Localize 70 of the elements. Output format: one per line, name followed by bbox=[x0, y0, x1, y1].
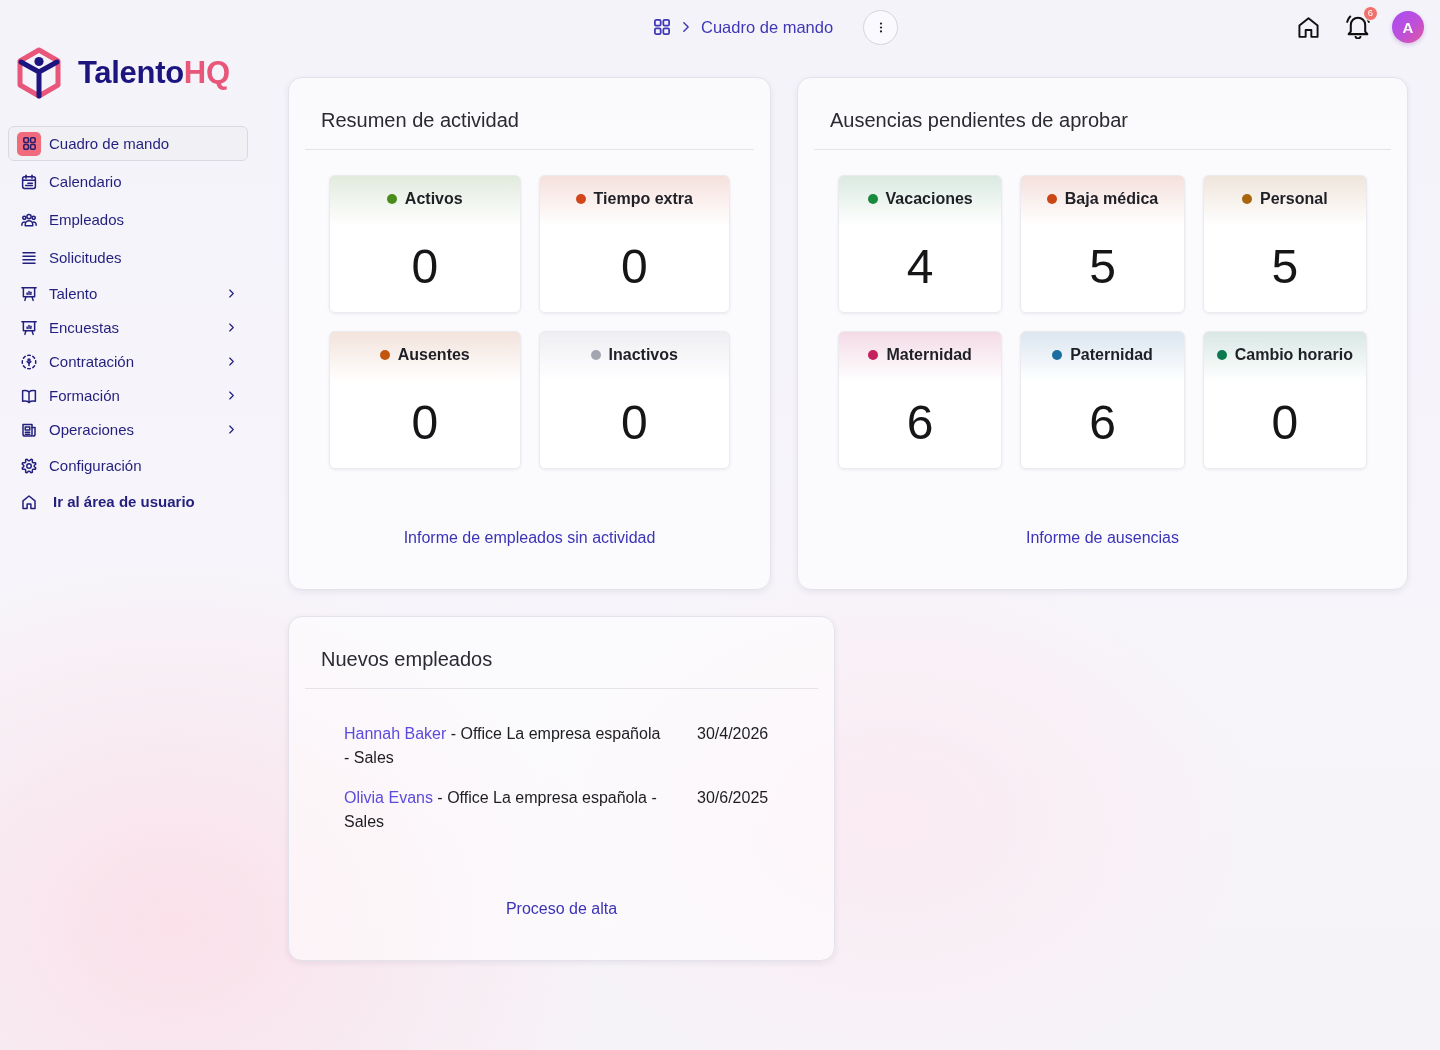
employee-entry: Hannah Baker - Office La empresa española - Sales bbox=[344, 724, 662, 768]
sidebar-item[interactable]: Configuración bbox=[8, 448, 248, 483]
stat-value: 0 bbox=[411, 239, 439, 295]
stat-value: 4 bbox=[906, 239, 934, 295]
sidebar-item[interactable]: Operaciones bbox=[8, 412, 248, 447]
dashboard-grid-icon bbox=[17, 131, 41, 156]
stat-label: Tiempo extra bbox=[593, 189, 693, 209]
onboarding-link[interactable]: Proceso de alta bbox=[495, 893, 628, 925]
vertical-dots-icon bbox=[878, 21, 883, 33]
user-avatar[interactable]: A bbox=[1392, 11, 1424, 43]
stat-tile[interactable]: Cambio horario 0 bbox=[1202, 331, 1367, 469]
settings-icon bbox=[20, 456, 38, 475]
logo-text: TalentoHQ bbox=[78, 55, 230, 91]
dashboard-grid-icon[interactable] bbox=[654, 19, 670, 35]
employee-name-link[interactable]: Olivia Evans bbox=[344, 789, 433, 806]
user-area-link[interactable]: Ir al área de usuario bbox=[8, 484, 248, 519]
employee-entry: Olivia Evans - Office La empresa española - Sales bbox=[344, 788, 658, 832]
stat-label: Maternidad bbox=[886, 345, 972, 365]
stat-tile[interactable]: Inactivos 0 bbox=[538, 331, 730, 469]
stat-tile[interactable]: Tiempo extra 0 bbox=[538, 175, 730, 313]
stat-label: Paternidad bbox=[1070, 345, 1153, 365]
stat-label: Cambio horario bbox=[1234, 345, 1353, 365]
stat-label: Ausentes bbox=[397, 345, 470, 365]
sidebar-item[interactable]: Contratación bbox=[8, 344, 248, 379]
chevron-right-icon bbox=[683, 22, 689, 32]
stat-value: 0 bbox=[620, 395, 648, 451]
card-title: Nuevos empleados bbox=[305, 645, 818, 689]
stat-tile[interactable]: Maternidad 6 bbox=[838, 331, 1003, 469]
card-title: Ausencias pendientes de aprobar bbox=[814, 106, 1391, 150]
stat-value: 5 bbox=[1089, 239, 1116, 295]
report-link[interactable]: Informe de ausencias bbox=[1016, 522, 1189, 554]
report-link[interactable]: Informe de empleados sin actividad bbox=[393, 522, 666, 554]
stat-value: 0 bbox=[1271, 395, 1299, 451]
card-title: Resumen de actividad bbox=[305, 106, 754, 150]
sidebar-item[interactable]: Formación bbox=[8, 378, 248, 413]
stat-tile[interactable]: Activos 0 bbox=[329, 175, 521, 313]
dashed-circle-icon bbox=[20, 352, 38, 371]
presentation-board-icon bbox=[20, 318, 38, 337]
stat-tile[interactable]: Baja médica 5 bbox=[1020, 175, 1185, 313]
sidebar-item[interactable]: Empleados bbox=[8, 202, 248, 237]
stat-value: 0 bbox=[411, 395, 439, 451]
stat-tile[interactable]: Vacaciones 4 bbox=[838, 175, 1003, 313]
start-date: 30/4/2026 bbox=[697, 724, 770, 744]
stat-value: 6 bbox=[906, 395, 934, 451]
employee-name-link[interactable]: Hannah Baker bbox=[344, 725, 447, 742]
sidebar-item[interactable]: Calendario bbox=[8, 164, 248, 199]
sidebar-item[interactable]: Cuadro de mando bbox=[8, 126, 248, 161]
home-icon[interactable] bbox=[1298, 16, 1319, 38]
stat-tile[interactable]: Ausentes 0 bbox=[329, 331, 521, 469]
stat-label: Vacaciones bbox=[885, 189, 973, 209]
sidebar-item[interactable]: Encuestas bbox=[8, 310, 248, 345]
stat-value: 6 bbox=[1089, 395, 1116, 451]
stat-tile[interactable]: Paternidad 6 bbox=[1020, 331, 1185, 469]
sidebar-item[interactable]: Solicitudes bbox=[8, 240, 248, 275]
stat-label: Personal bbox=[1260, 189, 1328, 209]
calendar-icon bbox=[20, 172, 38, 191]
home-icon bbox=[20, 492, 38, 511]
stat-label: Inactivos bbox=[608, 345, 678, 365]
logo-icon bbox=[16, 47, 62, 99]
stat-tile[interactable]: Personal 5 bbox=[1202, 175, 1367, 313]
stat-value: 5 bbox=[1271, 239, 1299, 295]
stat-label: Baja médica bbox=[1064, 189, 1159, 209]
stat-label: Activos bbox=[404, 189, 463, 209]
start-date: 30/6/2025 bbox=[697, 788, 770, 808]
presentation-board-icon bbox=[20, 284, 38, 303]
breadcrumb-current: Cuadro de mando bbox=[701, 17, 834, 37]
sidebar-item[interactable]: Talento bbox=[8, 276, 248, 311]
stat-value: 0 bbox=[620, 239, 648, 295]
notification-badge: 6 bbox=[1363, 6, 1378, 21]
bell-icon[interactable] bbox=[1346, 15, 1370, 39]
